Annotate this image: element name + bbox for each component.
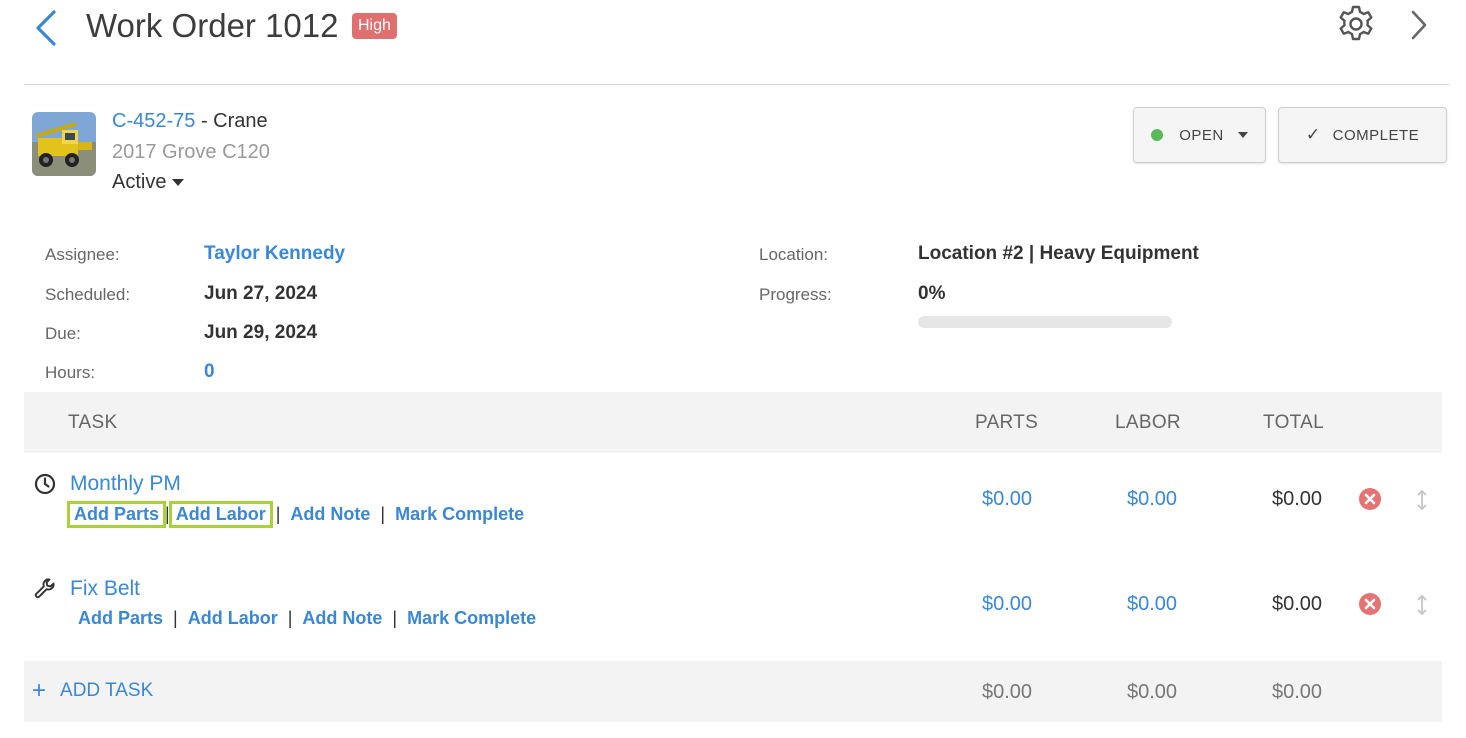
column-header-labor: LABOR	[1115, 412, 1181, 433]
add-task-button[interactable]: + ADD TASK	[32, 677, 154, 704]
chevron-right-icon[interactable]	[1408, 8, 1430, 42]
location-label: Location:	[759, 245, 828, 264]
status-dot-icon	[1151, 129, 1164, 141]
progress-value: 0%	[918, 283, 946, 304]
task-actions: Add Parts | Add Labor | Add Note | Mark Comple…	[74, 608, 540, 629]
remove-task-icon[interactable]	[1358, 592, 1382, 616]
task-total: $0.00	[1272, 593, 1323, 615]
status-dropdown-button[interactable]: OPEN	[1133, 107, 1266, 163]
asset-status-label: Active	[112, 171, 167, 193]
progress-label: Progress:	[759, 285, 832, 304]
add-note-link[interactable]: Add Note	[286, 504, 374, 525]
action-separator: |	[380, 504, 386, 524]
task-parts-link[interactable]: $0.00	[982, 488, 1032, 511]
add-task-label: ADD TASK	[60, 680, 154, 701]
hours-link[interactable]: 0	[204, 361, 215, 383]
action-separator: |	[287, 608, 293, 628]
column-header-parts: PARTS	[975, 412, 1039, 433]
complete-button[interactable]: ✓ COMPLETE	[1278, 107, 1447, 163]
action-separator: |	[275, 504, 281, 524]
header-divider	[24, 84, 1450, 85]
add-labor-link[interactable]: Add Labor	[184, 608, 282, 629]
page-title: Work Order 1012	[86, 7, 339, 44]
asset-thumbnail	[32, 112, 96, 176]
mark-complete-link[interactable]: Mark Complete	[391, 504, 528, 525]
hours-label: Hours:	[45, 363, 96, 382]
action-separator: |	[165, 504, 170, 524]
assignee-link[interactable]: Taylor Kennedy	[204, 243, 345, 265]
asset-code-link[interactable]: C-452-75	[112, 110, 195, 132]
drag-handle-icon[interactable]	[1415, 488, 1429, 512]
check-icon: ✓	[1305, 125, 1321, 144]
task-parts-link[interactable]: $0.00	[982, 593, 1032, 616]
task-labor-link[interactable]: $0.00	[1127, 593, 1177, 616]
task-labor-link[interactable]: $0.00	[1127, 488, 1177, 511]
due-label: Due:	[45, 324, 81, 343]
back-icon[interactable]	[32, 8, 60, 48]
add-note-link[interactable]: Add Note	[298, 608, 386, 629]
asset-status-dropdown[interactable]: Active	[112, 171, 185, 194]
column-header-total: TOTAL	[1263, 412, 1324, 433]
task-table-footer	[24, 661, 1442, 722]
due-value: Jun 29, 2024	[204, 322, 318, 343]
asset-type: Crane	[213, 110, 268, 132]
drag-handle-icon[interactable]	[1415, 593, 1429, 617]
wrench-icon	[34, 578, 55, 599]
add-labor-link[interactable]: Add Labor	[168, 501, 273, 528]
priority-badge: High	[352, 13, 397, 39]
add-parts-link[interactable]: Add Parts	[66, 501, 167, 528]
asset-separator: -	[195, 110, 214, 132]
action-separator: |	[173, 608, 178, 628]
status-label: OPEN	[1179, 126, 1224, 144]
mark-complete-link[interactable]: Mark Complete	[403, 608, 540, 629]
task-name-link[interactable]: Fix Belt	[70, 577, 140, 601]
scheduled-value: Jun 27, 2024	[204, 283, 318, 304]
task-name-link[interactable]: Monthly PM	[70, 472, 181, 496]
complete-label: COMPLETE	[1332, 126, 1420, 144]
caret-down-icon	[172, 179, 185, 187]
footer-labor-total: $0.00	[1127, 681, 1178, 703]
scheduled-label: Scheduled:	[45, 285, 131, 304]
footer-grand-total: $0.00	[1272, 681, 1323, 703]
location-value: Location #2 | Heavy Equipment	[918, 243, 1199, 264]
action-separator: |	[392, 608, 398, 628]
task-actions: Add Parts | Add Labor | Add Note | Mark Comple…	[66, 501, 528, 528]
column-header-task: TASK	[68, 412, 118, 433]
add-parts-link[interactable]: Add Parts	[74, 608, 167, 629]
assignee-label: Assignee:	[45, 245, 120, 264]
footer-parts-total: $0.00	[982, 681, 1033, 703]
remove-task-icon[interactable]	[1358, 487, 1382, 511]
gear-icon[interactable]	[1336, 4, 1376, 44]
task-table-header	[24, 392, 1442, 453]
asset-model: 2017 Grove C120	[112, 141, 270, 163]
task-total: $0.00	[1272, 488, 1323, 510]
plus-icon: +	[32, 677, 47, 704]
caret-down-icon	[1237, 132, 1248, 138]
clock-icon	[34, 473, 56, 495]
progress-bar	[918, 316, 1172, 328]
asset-title: C-452-75 - Crane	[112, 110, 268, 133]
